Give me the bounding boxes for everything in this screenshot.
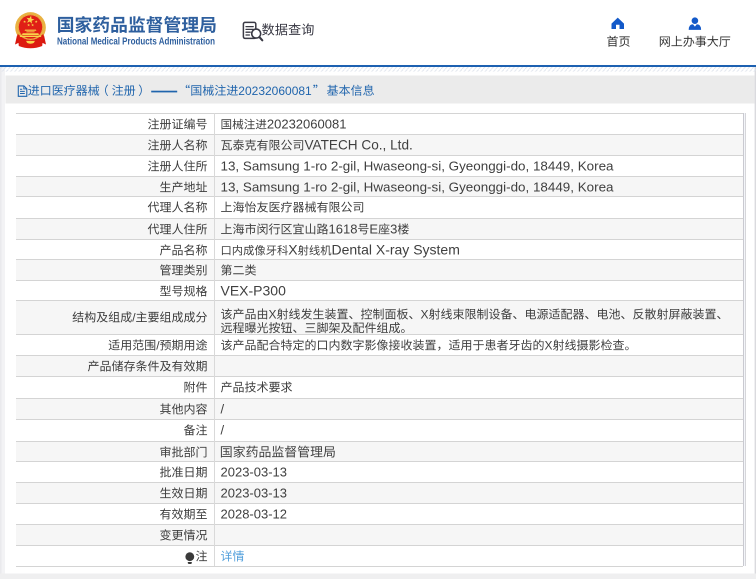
svg-text:X: X bbox=[288, 242, 298, 258]
svg-text:X: X bbox=[269, 308, 277, 322]
svg-text:E: E bbox=[369, 222, 378, 237]
svg-text:3: 3 bbox=[390, 222, 397, 237]
svg-text:20232060081: 20232060081 bbox=[267, 117, 347, 132]
svg-text:2023-03-13: 2023-03-13 bbox=[221, 465, 288, 480]
svg-text:VATECH Co., Ltd.: VATECH Co., Ltd. bbox=[305, 138, 413, 153]
svg-text:/: / bbox=[221, 423, 225, 438]
svg-text:2023-03-13: 2023-03-13 bbox=[221, 486, 288, 501]
svg-text:13, Samsung 1-ro 2-gil, Hwaseo: 13, Samsung 1-ro 2-gil, Hwaseong-si, Gye… bbox=[221, 180, 615, 195]
svg-text:1618: 1618 bbox=[329, 222, 358, 237]
svg-text:X: X bbox=[421, 308, 429, 322]
svg-text:/: / bbox=[221, 402, 225, 417]
svg-text:13, Samsung 1-ro 2-gil, Hwaseo: 13, Samsung 1-ro 2-gil, Hwaseong-si, Gye… bbox=[221, 159, 615, 174]
svg-text:2028-03-12: 2028-03-12 bbox=[221, 507, 288, 522]
svg-text:20232060081: 20232060081 bbox=[238, 84, 312, 98]
svg-text:VEX-P300: VEX-P300 bbox=[221, 283, 287, 299]
svg-text:X: X bbox=[545, 339, 553, 353]
svg-text:National Medical Products Admi: National Medical Products Administration bbox=[57, 37, 215, 48]
svg-text:Dental X-ray System: Dental X-ray System bbox=[332, 242, 460, 258]
